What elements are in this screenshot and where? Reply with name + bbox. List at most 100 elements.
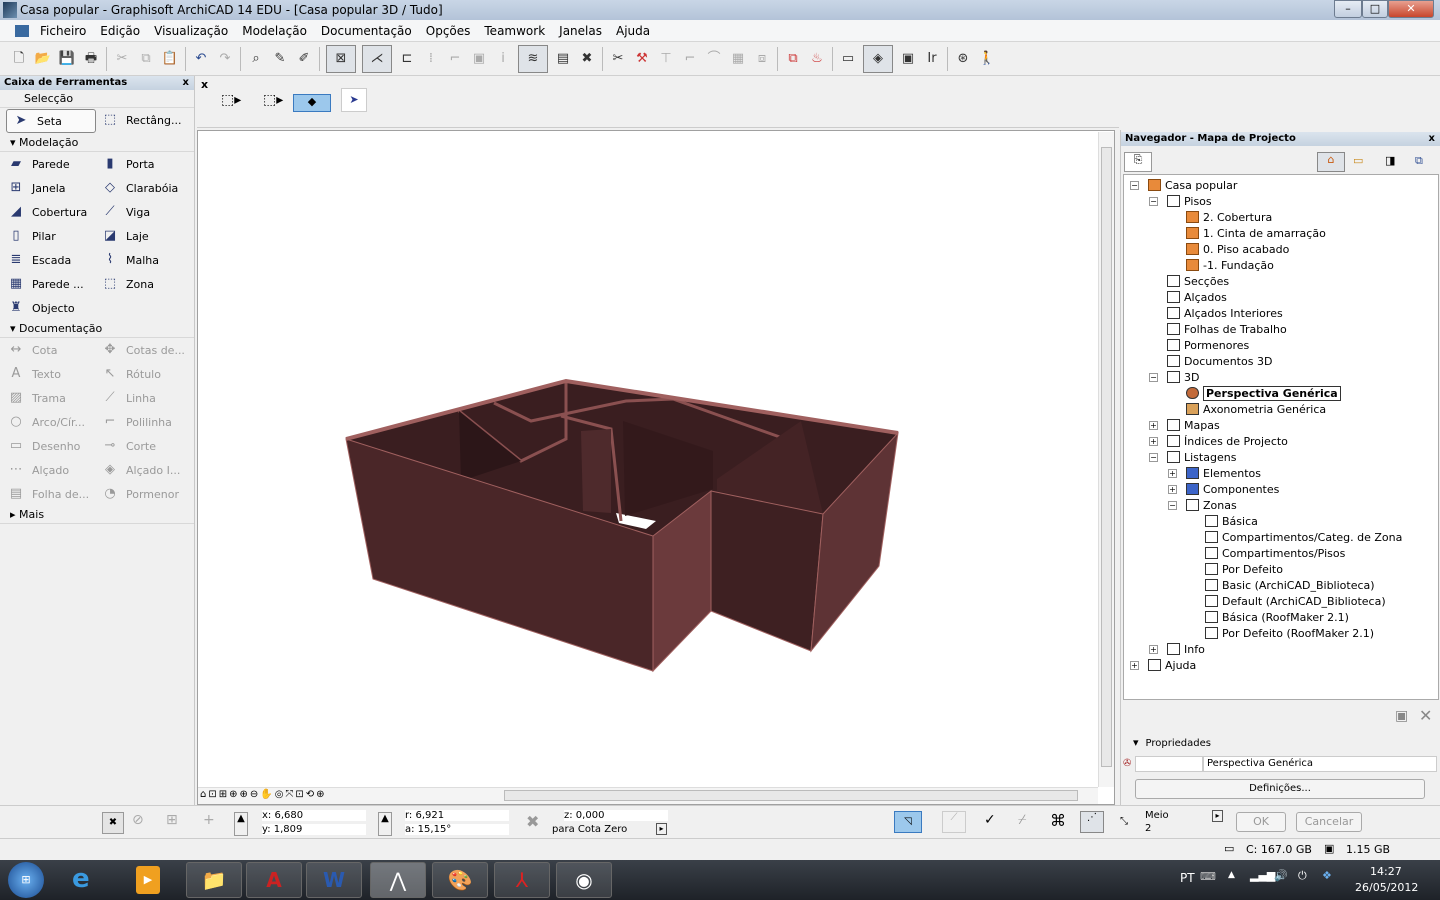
settings-button[interactable]: Definições... [1135, 779, 1425, 799]
intersect-icon[interactable]: ⌐ [681, 50, 699, 68]
info-box-close-button[interactable]: x [201, 78, 208, 91]
tree-item[interactable]: Axonometria Genérica [1186, 401, 1326, 417]
properties-name-field[interactable]: Perspectiva Genérica [1203, 756, 1437, 772]
tree-item[interactable]: Compartimentos/Categ. de Zona [1205, 529, 1402, 545]
word-icon[interactable]: W [306, 862, 362, 898]
x-coordinate-field[interactable]: x: 6,680 [262, 810, 366, 821]
more-section-header[interactable]: ▸ Mais [0, 506, 194, 524]
tool-worksheet[interactable]: ▤ Folha de... [6, 482, 100, 506]
tool-dimension[interactable]: ↔ Cota [6, 338, 100, 362]
copy-icon[interactable]: ⧉ [137, 50, 155, 68]
polygon-method-icon[interactable]: ⬚▸ [221, 92, 241, 108]
tool-fill[interactable]: ▨ Trama [6, 386, 100, 410]
dropbox-icon[interactable]: ❖ [1322, 869, 1332, 882]
network-icon[interactable]: ▂▄▆ [1250, 869, 1275, 882]
menu-janelas[interactable]: Janelas [559, 24, 602, 38]
pointer-icon[interactable]: ➤ [341, 88, 367, 112]
project-map-icon[interactable]: ⌂ [1317, 152, 1345, 172]
menu-ficheiro[interactable]: Ficheiro [40, 24, 86, 38]
gravity-icon[interactable]: ⊠ [326, 44, 356, 73]
navigator-options-icon[interactable]: ⎘ [1124, 152, 1152, 172]
expand-toggle[interactable]: − [1168, 501, 1177, 510]
tree-item[interactable]: 1. Cinta de amarração [1186, 225, 1326, 241]
publisher-icon[interactable]: ⧉ [1415, 154, 1423, 168]
mirror-icon[interactable]: ⧈ [753, 50, 771, 68]
tree-item[interactable]: Por Defeito [1205, 561, 1283, 577]
start-button[interactable]: ⊞ [8, 862, 44, 898]
snap-mid-icon[interactable]: ⤡ [1120, 816, 1128, 827]
tree-item[interactable]: 3D [1167, 369, 1199, 385]
volume-icon[interactable]: 🔊 [1274, 869, 1288, 882]
delete-icon[interactable]: ✕ [1419, 706, 1432, 725]
group-icon[interactable]: ▣ [470, 50, 488, 68]
tool-roof[interactable]: ◢ Cobertura [6, 200, 100, 224]
layout-book-icon[interactable]: ◨ [1385, 154, 1395, 167]
menu-modelacao[interactable]: Modelação [242, 24, 307, 38]
print-icon[interactable]: 🖶 [82, 50, 100, 68]
expand-toggle[interactable]: + [1130, 661, 1139, 670]
fillet-icon[interactable]: ⌒ [705, 50, 723, 68]
internet-explorer-icon[interactable]: e [72, 864, 90, 894]
trim-icon[interactable]: ✂ [609, 50, 627, 68]
app-menu-icon[interactable] [15, 24, 29, 37]
tool-detail[interactable]: ◔ Pormenor [100, 482, 194, 506]
tree-item[interactable]: Pisos [1167, 193, 1212, 209]
tool-arrow[interactable]: ➤ Seta [6, 109, 96, 133]
redo-icon[interactable]: ↷ [216, 50, 234, 68]
properties-id-field[interactable] [1135, 756, 1203, 772]
tree-item[interactable]: Compartimentos/Pisos [1205, 545, 1345, 561]
tool-zone[interactable]: ⬚ Zona [100, 272, 194, 296]
tree-item[interactable]: Componentes [1186, 481, 1279, 497]
tool-marquee[interactable]: ⬚ Rectâng... [100, 108, 194, 132]
tree-item[interactable]: Alçados Interiores [1167, 305, 1283, 321]
clock-time[interactable]: 14:27 [1370, 865, 1402, 878]
tree-item[interactable]: -1. Fundação [1186, 257, 1274, 273]
ifc-icon[interactable]: Ir [923, 50, 941, 68]
layout-icon[interactable]: ▣ [899, 50, 917, 68]
menu-edicao[interactable]: Edição [100, 24, 140, 38]
tool-label[interactable]: ↖ Rótulo [100, 362, 194, 386]
tool-window[interactable]: ⊞ Janela [6, 176, 100, 200]
r-coordinate-field[interactable]: r: 6,921 [405, 810, 509, 821]
tree-item[interactable]: Perspectiva Genérica [1186, 385, 1341, 401]
find-select-icon[interactable]: ⌕ [247, 50, 265, 68]
ok-button[interactable]: OK [1236, 812, 1286, 832]
language-indicator[interactable]: PT [1180, 871, 1195, 885]
menu-documentacao[interactable]: Documentação [321, 24, 412, 38]
tool-elevation[interactable]: ⋯ Alçado [6, 458, 100, 482]
tree-item[interactable]: 0. Piso acabado [1186, 241, 1289, 257]
navigate-orbit-icon[interactable]: ⊛ [954, 50, 972, 68]
tool-section[interactable]: ⊸ Corte [100, 434, 194, 458]
tool-drawing[interactable]: ▭ Desenho [6, 434, 100, 458]
tree-item[interactable]: Listagens [1167, 449, 1236, 465]
tool-polyline[interactable]: ⌐ Polilinha [100, 410, 194, 434]
relative-construction-icon[interactable]: ⊘ [132, 812, 144, 828]
tool-mesh[interactable]: ⌇ Malha [100, 248, 194, 272]
snap-point-icon[interactable]: ⌿ [1018, 812, 1026, 828]
explode-icon[interactable]: ▦ [729, 50, 747, 68]
snap-wand-icon[interactable]: ⋰ [1080, 811, 1104, 833]
layers-icon[interactable]: ≋ [518, 44, 548, 73]
acrobat-icon[interactable]: ⅄ [494, 862, 550, 898]
horizontal-scrollbar[interactable]: ⌂⊡⊞⊕⊕⊖✋◎⤧⊡⟲⊕ [198, 787, 1098, 804]
cut-icon[interactable]: ✂ [113, 50, 131, 68]
tree-item[interactable]: Elementos [1186, 465, 1261, 481]
snap-perpendicular-icon[interactable]: ✓ [984, 812, 996, 828]
expand-toggle[interactable]: − [1130, 181, 1139, 190]
cancel-button[interactable]: Cancelar [1296, 812, 1362, 832]
z-reference-icon[interactable]: ✖ [526, 812, 539, 831]
syringe-icon[interactable]: ✐ [295, 50, 313, 68]
new-folder-icon[interactable]: ▣ [1395, 708, 1408, 724]
tool-skylight[interactable]: ◇ Clarabóia [100, 176, 194, 200]
z-reference-arrow[interactable]: ▸ [656, 823, 667, 835]
tool-beam[interactable]: ⟋ Viga [100, 200, 194, 224]
lock-polar-icon[interactable]: ▲ [378, 812, 392, 836]
menu-ajuda[interactable]: Ajuda [616, 24, 650, 38]
tree-item[interactable]: Default (ArchiCAD_Biblioteca) [1205, 593, 1386, 609]
split-icon[interactable]: ⚒ [633, 50, 651, 68]
3d-viewport[interactable] [197, 130, 1115, 805]
3d-view-icon[interactable]: ◈ [863, 44, 893, 73]
show-hidden-icons[interactable]: ▲ [1228, 870, 1235, 880]
tree-item[interactable]: Mapas [1167, 417, 1220, 433]
expand-toggle[interactable]: + [1149, 645, 1158, 654]
